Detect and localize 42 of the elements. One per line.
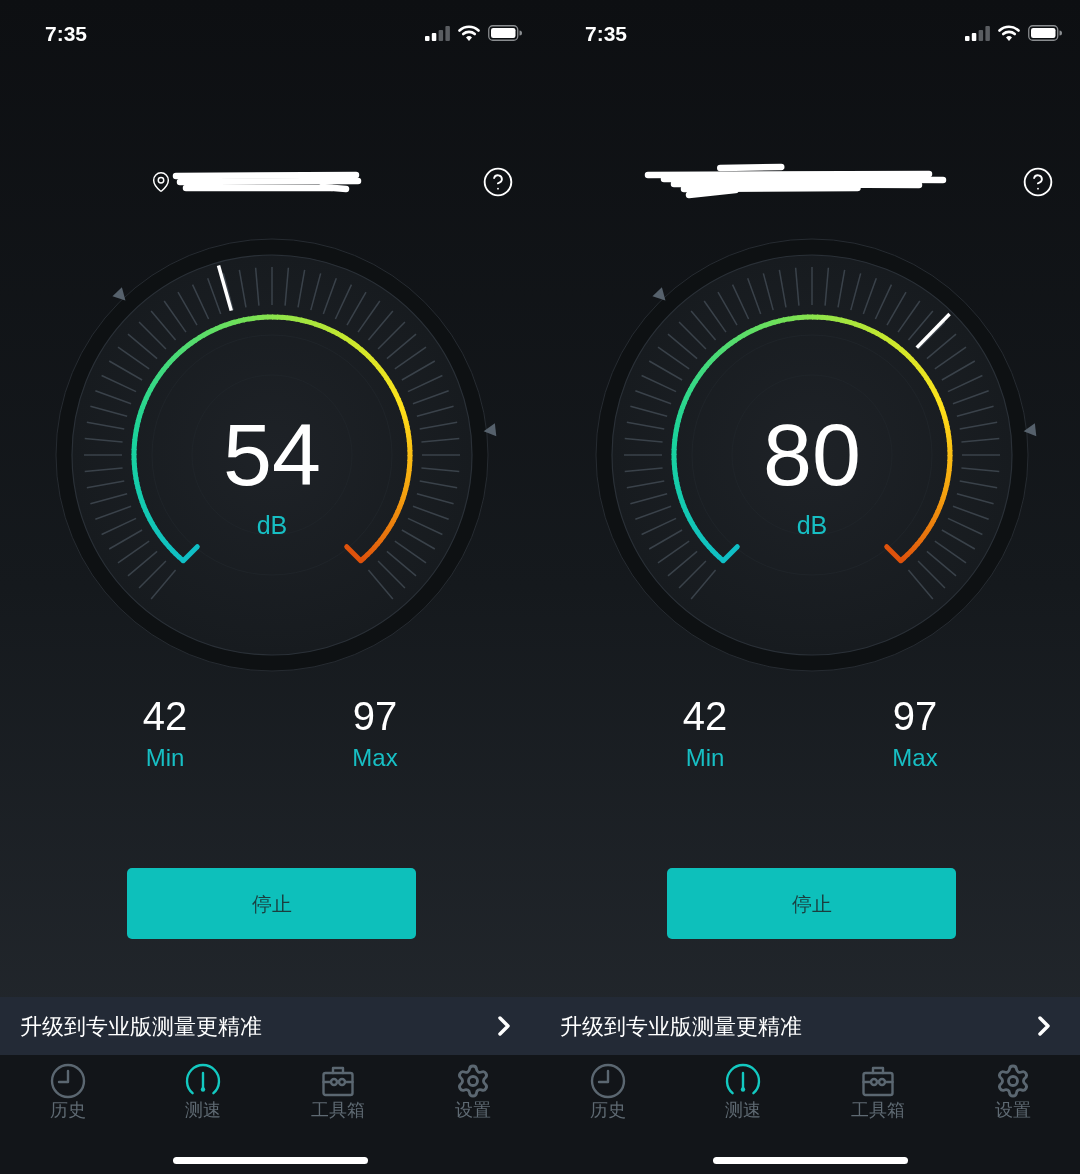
tab-item[interactable]: 设置	[405, 1063, 540, 1121]
tab-item[interactable]: 测速	[135, 1063, 270, 1121]
marker-icon	[1023, 423, 1037, 437]
stat-value: 97	[892, 693, 938, 740]
status-time: 7:35	[45, 22, 88, 44]
battery-icon	[1028, 25, 1062, 41]
help-icon[interactable]	[1022, 166, 1054, 198]
clock-icon	[589, 1063, 626, 1099]
signal-icon	[965, 25, 990, 41]
tab-item[interactable]: 测速	[675, 1063, 810, 1121]
stat-value: 42	[682, 693, 728, 740]
upgrade-banner[interactable]: 升级到专业版测量更精准	[0, 997, 540, 1055]
marker-icon	[112, 287, 126, 301]
signal-icon	[425, 25, 450, 41]
unit-label: dB	[256, 510, 288, 540]
unit-label: dB	[796, 510, 828, 540]
wifi-icon	[458, 25, 480, 41]
clock-icon	[49, 1063, 86, 1099]
upgrade-banner[interactable]: 升级到专业版测量更精准	[540, 997, 1080, 1055]
wifi-icon	[998, 25, 1020, 41]
tab-item[interactable]: 工具箱	[810, 1063, 945, 1121]
decibel-reading: 80	[763, 408, 861, 502]
stop-button[interactable]: 停止	[667, 868, 956, 939]
tab-item[interactable]: 历史	[540, 1063, 675, 1121]
status-time: 7:35	[585, 22, 628, 44]
tab-item[interactable]: 设置	[945, 1063, 1080, 1121]
decibel-reading: 54	[223, 408, 321, 502]
tab-item[interactable]: 工具箱	[270, 1063, 405, 1121]
help-icon[interactable]	[482, 166, 514, 198]
stop-button[interactable]: 停止	[127, 868, 416, 939]
battery-icon	[488, 25, 522, 41]
marker-icon	[652, 287, 666, 301]
stat-value: 97	[352, 693, 398, 740]
stat-label: Min	[145, 743, 185, 773]
stat-label: Max	[352, 743, 398, 773]
gauge-needle	[216, 264, 233, 312]
gauge-needle	[915, 312, 951, 349]
marker-icon	[483, 423, 497, 437]
tab-item[interactable]: 历史	[0, 1063, 135, 1121]
stat-value: 42	[142, 693, 188, 740]
stat-label: Max	[892, 743, 938, 773]
stat-label: Min	[685, 743, 725, 773]
